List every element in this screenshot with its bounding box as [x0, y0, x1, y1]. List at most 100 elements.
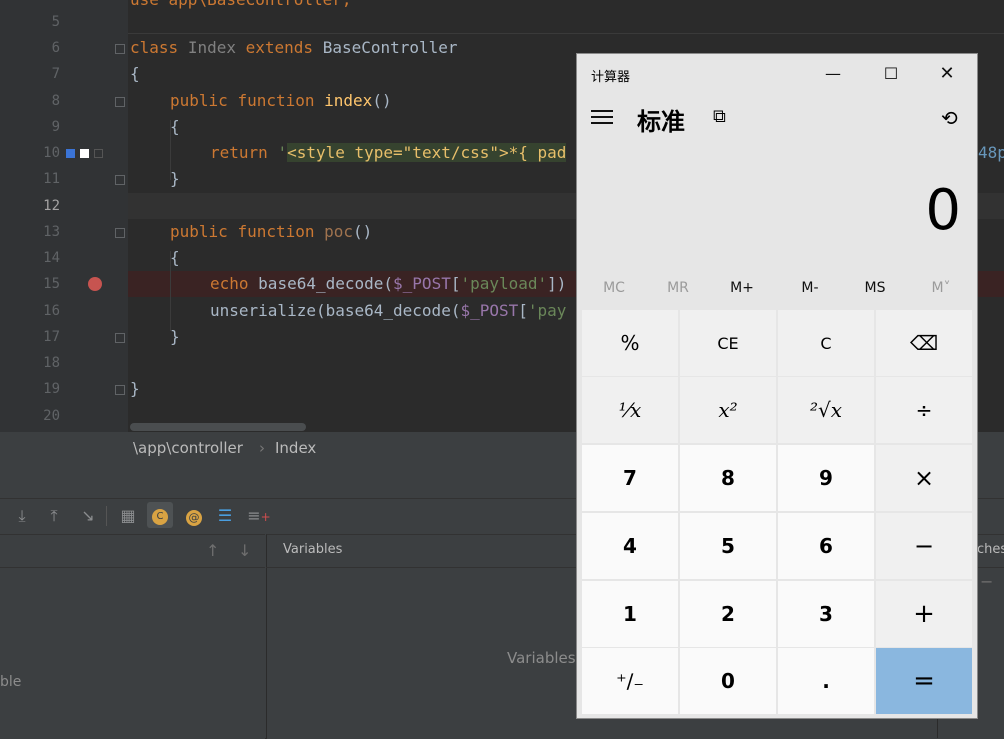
equals-button[interactable]: =: [876, 648, 972, 714]
at-icon[interactable]: @: [182, 504, 206, 528]
code-token: $_POST: [393, 274, 451, 293]
memory-store-button[interactable]: MS: [843, 280, 907, 296]
horizontal-scrollbar[interactable]: [130, 423, 306, 431]
code-line: public function poc(): [170, 219, 372, 245]
digit-7-button[interactable]: 7: [582, 445, 678, 511]
memory-clear-button[interactable]: MC: [582, 280, 646, 296]
digit-2-button[interactable]: 2: [680, 581, 776, 647]
frames-header: ↑ ↓: [0, 534, 265, 568]
line-number: 7: [51, 66, 60, 82]
clear-button[interactable]: C: [778, 310, 874, 376]
memory-list-button[interactable]: M˅: [909, 280, 973, 296]
square-root-button[interactable]: ²√x: [778, 377, 874, 443]
maximize-button[interactable]: ☐: [863, 54, 919, 94]
code-token: public: [170, 91, 228, 110]
code-line: class Index extends BaseController: [130, 35, 458, 61]
divide-button[interactable]: ÷: [876, 377, 972, 443]
multiply-button[interactable]: ×: [876, 445, 972, 511]
negate-button[interactable]: ⁺∕₋: [582, 648, 678, 714]
minimize-button[interactable]: —: [805, 54, 861, 94]
arrow-up-icon[interactable]: ↑: [206, 541, 219, 560]
backspace-button[interactable]: ⌫: [876, 310, 972, 376]
code-line: }: [170, 327, 180, 346]
memory-recall-button[interactable]: MR: [646, 280, 710, 296]
code-token: <style type="text/css">*{ pad: [287, 143, 567, 162]
memory-subtract-button[interactable]: M-: [778, 280, 842, 296]
code-token: use app\BaseController;: [130, 0, 352, 9]
toolbar-divider: [106, 506, 107, 526]
fold-icon[interactable]: [115, 228, 125, 238]
percent-button[interactable]: %: [582, 310, 678, 376]
code-token: return: [210, 143, 268, 162]
watches-title: ches: [977, 542, 1004, 557]
code-token: 48p: [978, 143, 1004, 162]
line-number: 20: [43, 408, 60, 424]
breadcrumb-path[interactable]: \app\controller: [133, 439, 243, 457]
code-token: (): [372, 91, 392, 110]
code-token: index: [324, 91, 373, 110]
result-display: 0: [925, 178, 961, 243]
code-token: base64_decode(: [258, 274, 394, 293]
step-out-icon[interactable]: ⤒: [42, 504, 66, 528]
digit-3-button[interactable]: 3: [778, 581, 874, 647]
add-button[interactable]: +: [876, 581, 972, 647]
arrow-down-icon[interactable]: ↓: [238, 541, 251, 560]
clear-entry-button[interactable]: CE: [680, 310, 776, 376]
fold-icon[interactable]: [115, 97, 125, 107]
reciprocal-button[interactable]: ⅟x: [582, 377, 678, 443]
variables-empty-text: Variables: [507, 649, 576, 667]
square-button[interactable]: x²: [680, 377, 776, 443]
breadcrumb-item[interactable]: Index: [275, 439, 316, 457]
line-number: 11: [43, 171, 60, 187]
digit-9-button[interactable]: 9: [778, 445, 874, 511]
line-number: 13: [43, 224, 60, 240]
fold-icon[interactable]: [115, 44, 125, 54]
reciprocal-label: ⅟x: [618, 398, 642, 422]
history-icon[interactable]: ⟲: [941, 106, 958, 130]
code-token: 'payload': [460, 274, 548, 293]
code-token: function: [237, 222, 315, 241]
class-filter-icon[interactable]: C: [147, 502, 173, 528]
digit-4-button[interactable]: 4: [582, 513, 678, 579]
code-token: echo: [210, 274, 249, 293]
digit-8-button[interactable]: 8: [680, 445, 776, 511]
code-token: $_POST: [460, 301, 519, 320]
close-button[interactable]: ✕: [919, 54, 975, 94]
code-line: {: [170, 248, 180, 267]
code-token: Index: [187, 38, 236, 57]
editor-gutter: [0, 0, 128, 432]
frames-icon[interactable]: ☰: [213, 504, 237, 528]
digit-1-button[interactable]: 1: [582, 581, 678, 647]
digit-5-button[interactable]: 5: [680, 513, 776, 579]
add-watch-icon[interactable]: ≡+: [247, 504, 271, 528]
variables-title: Variables: [283, 542, 343, 557]
subtract-button[interactable]: −: [876, 513, 972, 579]
line-number: 9: [51, 119, 60, 135]
fold-icon[interactable]: [115, 385, 125, 395]
line-number: 16: [43, 303, 60, 319]
decimal-button[interactable]: .: [778, 648, 874, 714]
line-number: 19: [43, 381, 60, 397]
force-step-icon[interactable]: ↘: [76, 504, 100, 528]
step-into-icon[interactable]: ⤓: [10, 504, 34, 528]
calculator-window: 计算器 — ☐ ✕ 标准 ⧉ ⟲ 0 MC MR M+ M- MS M˅ % C…: [577, 54, 977, 718]
fold-icon[interactable]: [115, 333, 125, 343]
digit-6-button[interactable]: 6: [778, 513, 874, 579]
code-token: class: [130, 38, 179, 57]
keep-on-top-icon[interactable]: ⧉: [713, 106, 726, 127]
evaluate-icon[interactable]: ▦: [116, 504, 140, 528]
line-number: 12: [43, 198, 60, 214]
code-line: }: [170, 169, 180, 188]
color-swatch-icon: [80, 149, 89, 158]
minus-icon[interactable]: −: [980, 572, 993, 591]
hamburger-menu-icon[interactable]: [591, 110, 613, 128]
digit-0-button[interactable]: 0: [680, 648, 776, 714]
fold-icon[interactable]: [115, 175, 125, 185]
window-title: 计算器: [591, 70, 631, 85]
line-number: 5: [51, 14, 60, 30]
memory-add-button[interactable]: M+: [710, 280, 774, 296]
breakpoint-icon[interactable]: [88, 277, 102, 291]
line-number: 15: [43, 276, 60, 292]
code-line: unserialize(base64_decode($_POST['pay: [210, 298, 566, 324]
code-token: [: [518, 301, 528, 320]
